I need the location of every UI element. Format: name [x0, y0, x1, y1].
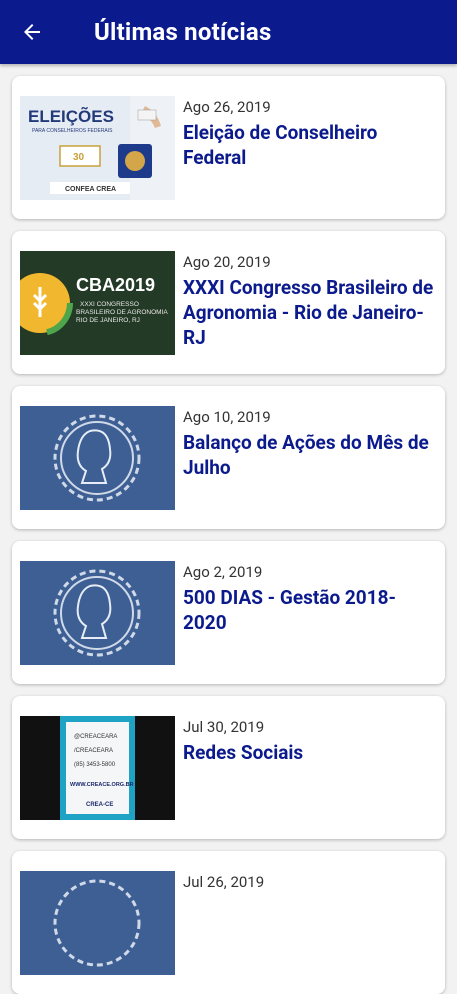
svg-text:PARA CONSELHEIROS FEDERAIS: PARA CONSELHEIROS FEDERAIS — [32, 128, 113, 134]
news-thumbnail: CBA2019 XXXI CONGRESSO BRASILEIRO DE AGR… — [20, 251, 175, 355]
crea-seal-icon — [20, 871, 175, 975]
svg-text:BRASILEIRO DE AGRONOMIA: BRASILEIRO DE AGRONOMIA — [76, 309, 168, 316]
news-thumbnail: @CREACEARA /CREACEARA (85) 3453-5800 WWW… — [20, 716, 175, 820]
news-title: Balanço de Ações do Mês de Julho — [183, 431, 429, 479]
news-title: Redes Sociais — [183, 741, 304, 764]
svg-text:XXXI CONGRESSO: XXXI CONGRESSO — [80, 301, 139, 308]
news-title: XXXI Congresso Brasileiro de Agronomia -… — [183, 276, 434, 349]
news-date: Ago 10, 2019 — [183, 408, 271, 426]
svg-text:/CREACEARA: /CREACEARA — [74, 748, 113, 754]
crea-seal-icon — [20, 561, 175, 665]
news-thumbnail: ELEIÇÕES PARA CONSELHEIROS FEDERAIS 30 C… — [20, 96, 175, 200]
news-text: Ago 26, 2019 Eleição de Conselheiro Fede… — [175, 76, 445, 170]
news-text: Jul 30, 2019 Redes Sociais — [175, 696, 311, 765]
news-date: Jul 30, 2019 — [183, 718, 265, 736]
app-bar: Últimas notícias — [0, 0, 457, 64]
news-card[interactable]: Ago 10, 2019 Balanço de Ações do Mês de … — [12, 386, 445, 529]
news-text: Jul 26, 2019 — [175, 851, 272, 895]
svg-text:@CREACEARA: @CREACEARA — [74, 734, 117, 740]
news-list: ELEIÇÕES PARA CONSELHEIROS FEDERAIS 30 C… — [0, 64, 457, 994]
thumb-heading: ELEIÇÕES — [28, 106, 114, 126]
news-date: Jul 26, 2019 — [183, 873, 265, 891]
page-title: Últimas notícias — [94, 18, 272, 46]
news-title: Eleição de Conselheiro Federal — [183, 121, 378, 169]
svg-text:WWW.CREACE.ORG.BR: WWW.CREACE.ORG.BR — [70, 782, 134, 788]
crea-seal-icon — [20, 406, 175, 510]
svg-text:CREA-CE: CREA-CE — [86, 802, 113, 808]
news-title: 500 DIAS - Gestão 2018-2020 — [183, 586, 396, 634]
news-thumbnail — [20, 406, 175, 510]
news-date: Ago 20, 2019 — [183, 253, 271, 271]
svg-text:(85) 3453-5800: (85) 3453-5800 — [74, 762, 116, 768]
news-date: Ago 26, 2019 — [183, 98, 271, 116]
svg-text:30: 30 — [73, 152, 85, 163]
svg-text:RIO DE JANEIRO, RJ: RIO DE JANEIRO, RJ — [76, 317, 140, 324]
news-card[interactable]: @CREACEARA /CREACEARA (85) 3453-5800 WWW… — [12, 696, 445, 839]
news-thumbnail — [20, 561, 175, 665]
arrow-left-icon — [24, 24, 40, 40]
news-card[interactable]: ELEIÇÕES PARA CONSELHEIROS FEDERAIS 30 C… — [12, 76, 445, 219]
news-text: Ago 2, 2019 500 DIAS - Gestão 2018-2020 — [175, 541, 445, 635]
news-card[interactable]: Jul 26, 2019 — [12, 851, 445, 994]
back-button[interactable] — [0, 0, 64, 64]
news-text: Ago 20, 2019 XXXI Congresso Brasileiro d… — [175, 231, 445, 350]
news-thumbnail — [20, 871, 175, 975]
thumb-heading: CBA2019 — [76, 275, 155, 295]
svg-text:CONFEA CREA: CONFEA CREA — [65, 186, 116, 193]
news-card[interactable]: Ago 2, 2019 500 DIAS - Gestão 2018-2020 — [12, 541, 445, 684]
news-date: Ago 2, 2019 — [183, 563, 263, 581]
news-card[interactable]: CBA2019 XXXI CONGRESSO BRASILEIRO DE AGR… — [12, 231, 445, 374]
news-text: Ago 10, 2019 Balanço de Ações do Mês de … — [175, 386, 445, 480]
